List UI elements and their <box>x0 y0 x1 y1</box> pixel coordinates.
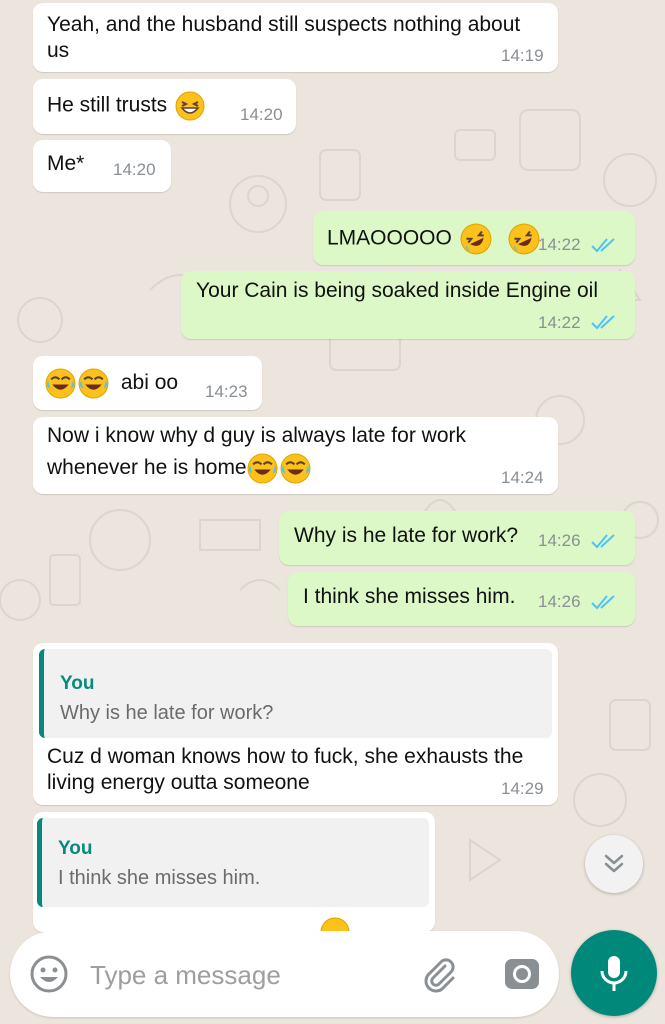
quoted-author: You <box>58 838 93 859</box>
quoted-text: Why is he late for work? <box>60 702 274 724</box>
emoji-icon <box>320 917 350 932</box>
quoted-author: You <box>60 673 95 694</box>
double-check-icon <box>591 534 615 549</box>
double-check-icon <box>591 238 615 253</box>
message-text: I think she misses him. <box>303 585 516 608</box>
paperclip-icon[interactable] <box>419 954 459 994</box>
message-time: 14:22 <box>538 313 581 332</box>
message-input[interactable] <box>88 954 392 996</box>
message-time: 14:19 <box>501 46 544 65</box>
message-text-content: abi oo <box>120 371 179 395</box>
message-incoming-reply[interactable]: You I think she misses him. <box>33 812 435 932</box>
message-time: 14:23 <box>205 382 248 401</box>
message-incoming[interactable]: Yeah, and the husband still suspects not… <box>33 3 558 72</box>
message-time: 14:20 <box>240 105 283 124</box>
quoted-message[interactable]: You I think she misses him. <box>37 818 429 907</box>
message-input-bar <box>10 931 559 1017</box>
message-text: abi oo <box>45 368 178 399</box>
message-text: He still trusts <box>47 91 205 121</box>
message-text: Why is he late for work? <box>294 524 519 547</box>
message-text: us <box>47 39 70 62</box>
scroll-to-bottom-button[interactable] <box>585 835 643 893</box>
double-chevron-down-icon <box>604 854 624 873</box>
face-with-tears-of-joy-icon <box>247 453 278 484</box>
message-incoming[interactable]: He still trusts 14:20 <box>33 79 296 134</box>
message-incoming[interactable]: abi oo 14:23 <box>33 356 262 410</box>
message-text: whenever he is home <box>47 453 311 484</box>
grinning-squinting-face-icon <box>175 91 205 121</box>
rolling-on-floor-laughing-icon <box>460 223 492 255</box>
message-text: Your Cain is being soaked inside Engine … <box>196 279 598 302</box>
message-time: 14:20 <box>113 160 156 179</box>
message-text-content: whenever he is home <box>47 456 247 480</box>
message-time: 14:26 <box>538 531 581 550</box>
message-text: Yeah, and the husband still suspects not… <box>47 13 521 36</box>
double-check-icon <box>591 595 615 610</box>
message-text: living energy outta someone <box>47 771 310 794</box>
message-text: Now i know why d guy is always late for … <box>47 424 466 447</box>
message-outgoing[interactable]: LMAOOOOO 14:22 <box>313 211 635 265</box>
message-outgoing[interactable]: I think she misses him. 14:26 <box>288 572 635 626</box>
smiley-icon[interactable] <box>29 954 69 994</box>
message-time: 14:26 <box>538 592 581 611</box>
face-with-tears-of-joy-icon <box>78 368 109 399</box>
message-time: 14:29 <box>501 779 544 798</box>
message-incoming-reply[interactable]: You Why is he late for work? Cuz d woman… <box>33 643 558 805</box>
message-text: LMAOOOOO <box>327 223 540 255</box>
message-time: 14:24 <box>501 468 544 487</box>
rolling-on-floor-laughing-icon <box>508 223 540 255</box>
microphone-icon <box>600 956 628 991</box>
message-outgoing[interactable]: Why is he late for work? 14:26 <box>279 511 635 565</box>
quoted-message[interactable]: You Why is he late for work? <box>39 649 552 738</box>
voice-message-button[interactable] <box>571 930 657 1016</box>
message-outgoing[interactable]: Your Cain is being soaked inside Engine … <box>181 271 635 339</box>
message-text-content: He still trusts <box>47 93 168 117</box>
message-time: 14:22 <box>538 235 581 254</box>
message-text: Cuz d woman knows how to fuck, she exhau… <box>47 745 524 768</box>
message-text-content: LMAOOOOO <box>327 226 452 250</box>
camera-icon[interactable] <box>502 954 542 994</box>
double-check-icon <box>591 315 615 330</box>
message-incoming[interactable]: Me* 14:20 <box>33 140 171 192</box>
face-with-tears-of-joy-icon <box>45 368 76 399</box>
face-with-tears-of-joy-icon <box>280 453 311 484</box>
message-text: Me* <box>47 152 85 175</box>
quoted-text: I think she misses him. <box>58 867 261 889</box>
message-incoming[interactable]: Now i know why d guy is always late for … <box>33 417 558 494</box>
